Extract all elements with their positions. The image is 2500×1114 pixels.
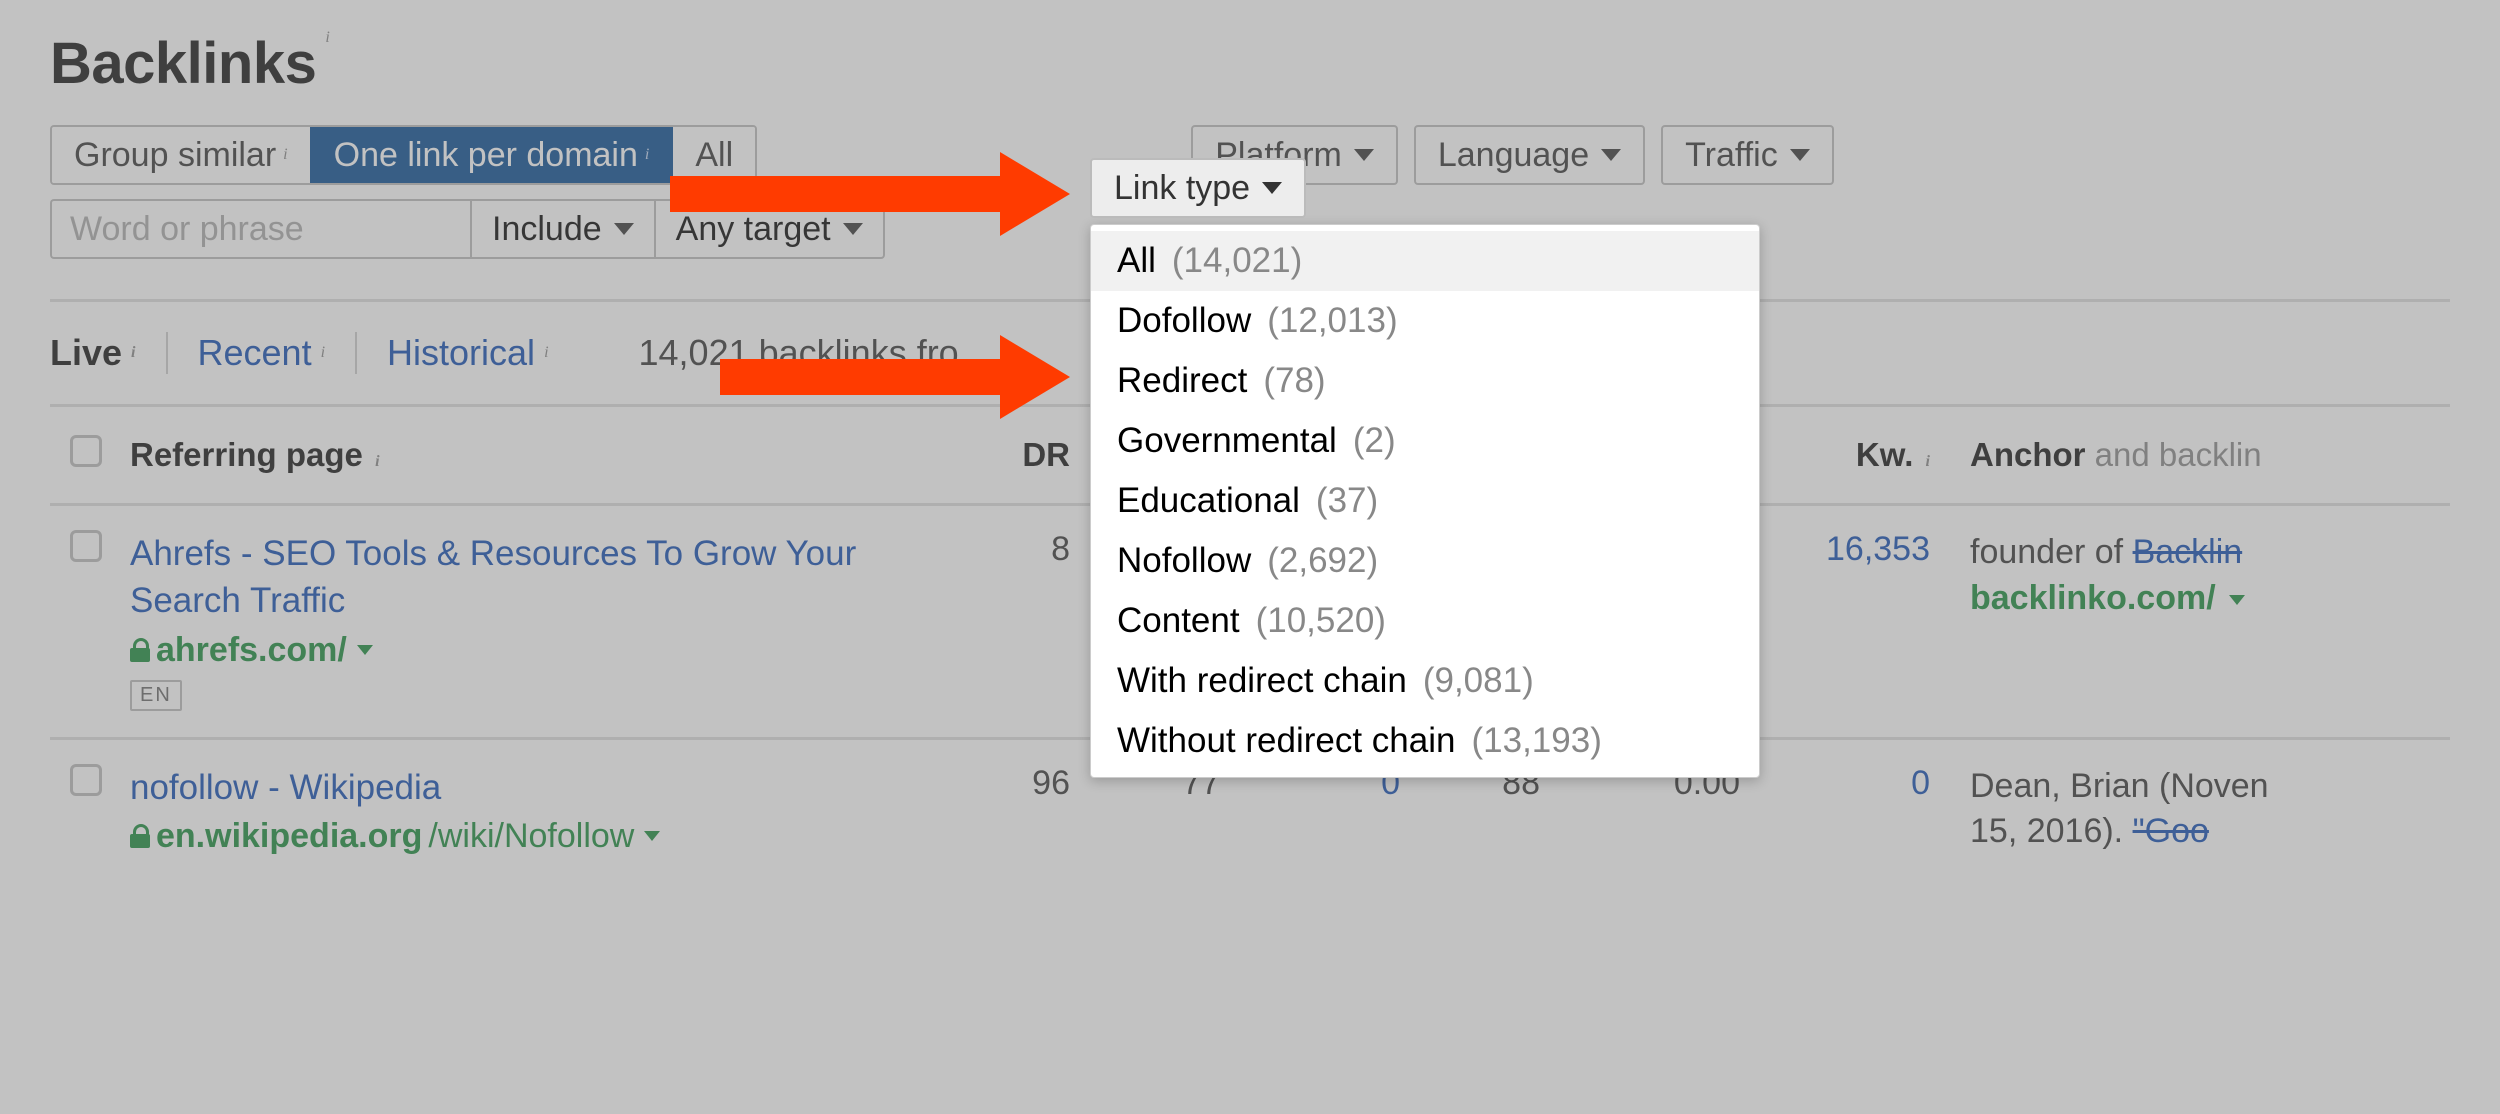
- dd-label: All: [1117, 241, 1156, 281]
- dd-label: Nofollow: [1117, 541, 1251, 581]
- dd-count: (2): [1353, 421, 1396, 461]
- info-icon: i: [1926, 453, 1930, 470]
- grouping-segmented: Group similar i One link per domain i Al…: [50, 125, 757, 185]
- seg-one-per-domain-label: One link per domain: [334, 136, 638, 175]
- dd-label: Without redirect chain: [1117, 721, 1455, 761]
- dd-count: (78): [1263, 361, 1325, 401]
- caret-down-icon[interactable]: [2229, 595, 2245, 605]
- tab-recent[interactable]: Recent i: [166, 332, 356, 374]
- caret-down-icon: [1262, 182, 1282, 194]
- dd-count: (13,193): [1471, 721, 1601, 761]
- anchor-target-url[interactable]: backlinko.com/: [1970, 579, 2216, 617]
- lock-icon: [130, 824, 150, 848]
- referring-domain-path[interactable]: /wiki/Nofollow: [428, 817, 634, 856]
- caret-down-icon[interactable]: [644, 831, 660, 841]
- referring-domain[interactable]: en.wikipedia.org: [156, 817, 422, 856]
- dd-item-redirect[interactable]: Redirect (78): [1091, 351, 1759, 411]
- dd-item-with-redirect-chain[interactable]: With redirect chain (9,081): [1091, 651, 1759, 711]
- col-referring-page-label: Referring page: [130, 436, 363, 473]
- dd-item-educational[interactable]: Educational (37): [1091, 471, 1759, 531]
- col-kw[interactable]: Kw. i: [1770, 436, 1960, 474]
- dd-label: Content: [1117, 601, 1240, 641]
- filter-link-type-label: Link type: [1114, 169, 1250, 208]
- col-anchor[interactable]: Anchor and backlin: [1960, 436, 2450, 474]
- anchor-text-line2: 15, 2016).: [1970, 812, 2133, 850]
- dd-item-dofollow[interactable]: Dofollow (12,013): [1091, 291, 1759, 351]
- dd-label: Educational: [1117, 481, 1300, 521]
- seg-one-per-domain[interactable]: One link per domain i: [310, 127, 672, 183]
- referring-domain[interactable]: ahrefs.com/: [156, 631, 347, 670]
- col-anchor-label: Anchor: [1970, 436, 2086, 473]
- cell-dr: 8: [930, 530, 1100, 569]
- seg-group-similar[interactable]: Group similar i: [52, 127, 310, 183]
- annotation-arrow: [670, 152, 1070, 236]
- dd-label: Dofollow: [1117, 301, 1251, 341]
- col-referring-page[interactable]: Referring page i: [130, 436, 930, 474]
- col-dr[interactable]: DR: [930, 436, 1100, 474]
- col-anchor-rest: and backlin: [2086, 436, 2262, 473]
- dd-item-all[interactable]: All (14,021): [1091, 231, 1759, 291]
- referring-page-link[interactable]: nofollow - Wikipedia: [130, 764, 930, 811]
- page-title: Backlinks: [50, 30, 316, 97]
- select-all-checkbox[interactable]: [70, 435, 102, 467]
- link-type-dropdown: All (14,021) Dofollow (12,013) Redirect …: [1090, 224, 1760, 778]
- search-input[interactable]: [50, 199, 470, 259]
- dd-label: Governmental: [1117, 421, 1337, 461]
- caret-down-icon: [614, 223, 634, 235]
- anchor-text-pre: founder of: [1970, 533, 2133, 571]
- tab-historical-label: Historical: [387, 332, 535, 374]
- cell-kw[interactable]: 16,353: [1770, 530, 1960, 569]
- row-checkbox[interactable]: [70, 530, 102, 562]
- seg-group-similar-label: Group similar: [74, 136, 276, 175]
- info-icon: i: [544, 345, 548, 361]
- dd-count: (2,692): [1267, 541, 1378, 581]
- include-label: Include: [492, 210, 602, 249]
- lock-icon: [130, 638, 150, 662]
- dd-label: Redirect: [1117, 361, 1247, 401]
- cell-dr: 96: [930, 764, 1100, 803]
- info-icon: i: [321, 345, 325, 361]
- cell-anchor: Dean, Brian (Noven 15, 2016). "Goo: [1960, 764, 2450, 856]
- col-kw-label: Kw.: [1856, 436, 1913, 473]
- dd-count: (12,013): [1267, 301, 1397, 341]
- dd-label: With redirect chain: [1117, 661, 1407, 701]
- include-dropdown[interactable]: Include: [470, 199, 654, 259]
- lang-badge: EN: [130, 680, 182, 711]
- tab-recent-label: Recent: [198, 332, 312, 374]
- dd-count: (14,021): [1172, 241, 1302, 281]
- info-icon: i: [375, 453, 379, 470]
- cell-anchor: founder of Backlin backlinko.com/: [1960, 530, 2450, 622]
- annotation-arrow: [720, 335, 1070, 419]
- tab-live-label: Live: [50, 332, 122, 374]
- dd-item-without-redirect-chain[interactable]: Without redirect chain (13,193): [1091, 711, 1759, 771]
- anchor-strike: Backlin: [2133, 533, 2243, 571]
- info-icon: i: [325, 30, 329, 46]
- row-checkbox[interactable]: [70, 764, 102, 796]
- dd-item-content[interactable]: Content (10,520): [1091, 591, 1759, 651]
- dd-item-nofollow[interactable]: Nofollow (2,692): [1091, 531, 1759, 591]
- tab-historical[interactable]: Historical i: [355, 332, 578, 374]
- dd-count: (9,081): [1423, 661, 1534, 701]
- info-icon: i: [131, 345, 135, 361]
- caret-down-icon: [1790, 149, 1810, 161]
- dd-count: (37): [1316, 481, 1378, 521]
- info-icon: i: [283, 147, 287, 163]
- referring-page-link[interactable]: Ahrefs - SEO Tools & Resources To Grow Y…: [130, 530, 930, 625]
- anchor-quote: "Goo: [2133, 812, 2209, 850]
- dd-count: (10,520): [1256, 601, 1386, 641]
- dd-item-governmental[interactable]: Governmental (2): [1091, 411, 1759, 471]
- tab-live[interactable]: Live i: [50, 332, 166, 374]
- cell-kw[interactable]: 0: [1770, 764, 1960, 803]
- filter-link-type[interactable]: Link type: [1090, 158, 1306, 218]
- anchor-text-pre: Dean, Brian (Noven: [1970, 767, 2269, 805]
- info-icon: i: [645, 147, 649, 163]
- caret-down-icon[interactable]: [357, 645, 373, 655]
